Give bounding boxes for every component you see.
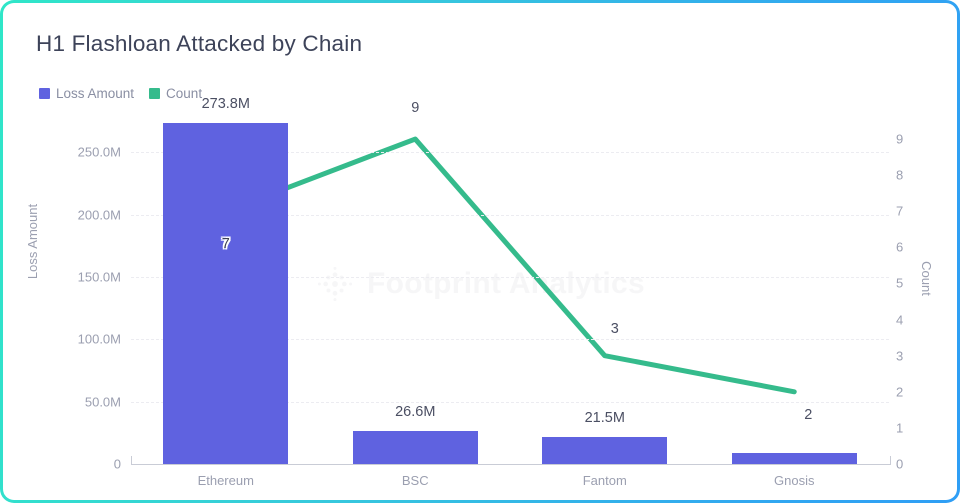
y-axis-right-ticks: 0 1 2 3 4 5 6 7 8 9 [896, 121, 920, 472]
line-point-label: 2 [804, 406, 813, 423]
y-axis-right-tick-label: 2 [896, 384, 904, 400]
y-axis-left-tick-label: 250.0M [77, 144, 121, 160]
y-axis-left-tick-label: 100.0M [77, 331, 121, 347]
x-axis-line [131, 464, 891, 465]
y-axis-left-tick-label: 50.0M [84, 394, 121, 410]
legend-item-label: Loss Amount [56, 86, 135, 101]
y-axis-left-tick-label: 0 [113, 456, 121, 472]
x-axis-tick-label: Fantom [582, 473, 627, 488]
bar-ethereum[interactable] [163, 122, 289, 464]
y-axis-right-tick-label: 0 [896, 456, 904, 472]
legend-item[interactable]: Count [149, 86, 202, 101]
y-axis-right-tick-label: 1 [896, 420, 904, 436]
plot-area: 273.8M 26.6M 21.5M 7 9 3 2 [131, 96, 889, 464]
y-axis-right-tick-label: 9 [896, 131, 904, 147]
y-axis-left-tick-label: 150.0M [77, 269, 121, 285]
legend-item[interactable]: Loss Amount [39, 86, 134, 101]
bar-gnosis[interactable] [731, 452, 857, 464]
bar-bsc[interactable] [352, 430, 478, 464]
line-point-label: 7 [221, 236, 230, 253]
x-axis-tick-label: BSC [401, 473, 429, 488]
x-axis-tick-label: Ethereum [197, 473, 254, 488]
x-axis-tick-label: Gnosis [774, 473, 815, 488]
chart-card: H1 Flashloan Attacked by Chain Loss Amou… [0, 0, 960, 503]
y-axis-right-label: Count [918, 261, 934, 296]
chart-card-inner: H1 Flashloan Attacked by Chain Loss Amou… [3, 3, 957, 500]
chart-legend: Loss Amount Count [39, 86, 202, 101]
y-axis-right-tick-label: 4 [896, 312, 904, 328]
line-point-label: 9 [411, 100, 420, 117]
square-swatch-icon [39, 88, 50, 99]
y-axis-right-tick-label: 5 [896, 275, 904, 291]
y-axis-right-tick-label: 8 [896, 167, 904, 183]
bar-value-label: 26.6M [395, 403, 436, 420]
bar-value-label: 273.8M [201, 95, 250, 112]
y-axis-left-tick-label: 200.0M [77, 207, 121, 223]
y-axis-left-label: Loss Amount [25, 203, 41, 280]
y-axis-left-ticks: 0 50.0M 100.0M 150.0M 200.0M 250.0M [33, 121, 121, 472]
bar-value-label: 21.5M [584, 410, 625, 427]
page-title: H1 Flashloan Attacked by Chain [36, 31, 363, 56]
bar-fantom[interactable] [542, 437, 668, 464]
y-axis-right-tick-label: 3 [896, 348, 904, 364]
y-axis-right-tick-label: 6 [896, 239, 904, 255]
square-swatch-icon [149, 88, 161, 99]
x-axis-right-cap [890, 456, 891, 465]
x-axis-left-cap [131, 456, 132, 465]
legend-item-label: Count [166, 86, 203, 101]
y-axis-right-tick-label: 7 [896, 203, 904, 219]
line-point-label: 3 [610, 320, 619, 337]
